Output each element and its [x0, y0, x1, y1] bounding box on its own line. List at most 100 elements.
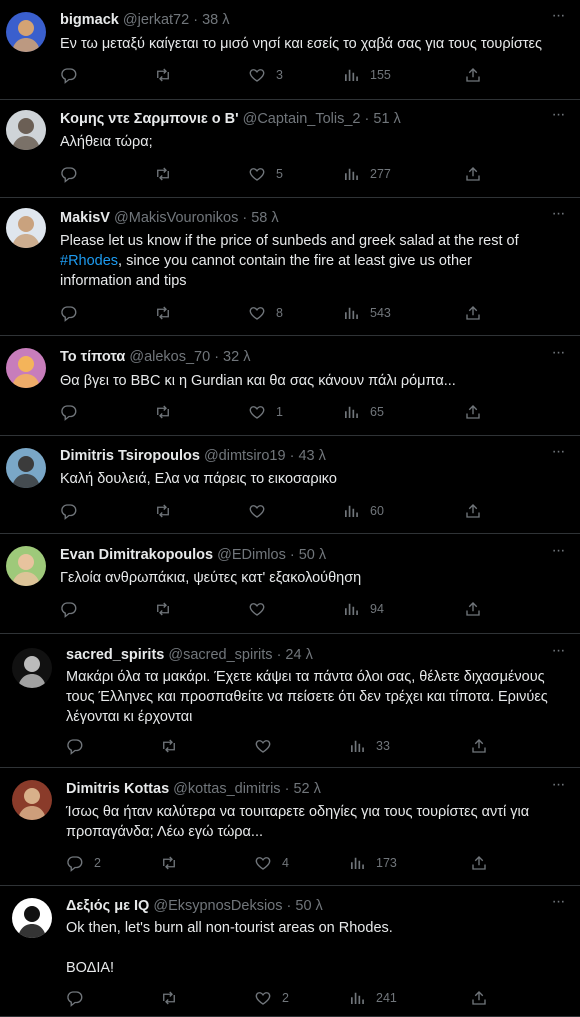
reply-button[interactable]: 2: [66, 853, 101, 873]
views-icon: [342, 403, 360, 421]
reply-button[interactable]: [66, 736, 94, 756]
handle[interactable]: @sacred_spirits: [168, 647, 272, 663]
handle[interactable]: @alekos_70: [129, 349, 210, 365]
avatar[interactable]: [6, 110, 46, 150]
reply-button[interactable]: [60, 65, 88, 85]
timestamp[interactable]: · 50 λ: [287, 898, 323, 914]
more-icon[interactable]: ···: [548, 444, 568, 466]
timestamp[interactable]: · 38 λ: [193, 12, 229, 28]
display-name[interactable]: Δεξιός με IQ: [66, 898, 149, 914]
avatar[interactable]: [6, 448, 46, 488]
retweet-button[interactable]: [154, 164, 182, 184]
views-icon: [342, 600, 360, 618]
handle[interactable]: @dimtsiro19: [204, 448, 286, 464]
share-button[interactable]: [470, 988, 488, 1008]
tweet-header: MakisV @MakisVouronikos · 58 λ: [60, 208, 279, 228]
avatar[interactable]: [6, 208, 46, 248]
more-icon[interactable]: ···: [548, 643, 568, 665]
retweet-button[interactable]: [160, 853, 188, 873]
handle[interactable]: @EDimlos: [217, 547, 286, 563]
reply-button[interactable]: [66, 988, 94, 1008]
views-button[interactable]: 94: [342, 599, 384, 619]
timestamp[interactable]: · 51 λ: [365, 111, 401, 127]
views-icon: [342, 502, 360, 520]
like-button[interactable]: [248, 599, 276, 619]
retweet-button[interactable]: [154, 402, 182, 422]
views-button[interactable]: 60: [342, 501, 384, 521]
like-button[interactable]: 5: [248, 164, 283, 184]
like-icon: [248, 165, 266, 183]
share-icon: [470, 737, 488, 755]
views-button[interactable]: 65: [342, 402, 384, 422]
display-name[interactable]: sacred_spirits: [66, 647, 164, 663]
share-button[interactable]: [464, 599, 482, 619]
display-name[interactable]: bigmack: [60, 12, 119, 28]
reply-button[interactable]: [60, 402, 88, 422]
avatar[interactable]: [6, 12, 46, 52]
more-icon[interactable]: ···: [548, 543, 568, 565]
display-name[interactable]: Κομης ντε Σαρμπονιε ο Β': [60, 111, 239, 127]
more-icon[interactable]: ···: [548, 345, 568, 367]
share-button[interactable]: [464, 501, 482, 521]
more-icon[interactable]: ···: [548, 206, 568, 228]
retweet-button[interactable]: [154, 303, 182, 323]
like-icon: [254, 737, 272, 755]
avatar[interactable]: [12, 648, 52, 688]
timestamp[interactable]: · 50 λ: [290, 547, 326, 563]
timestamp[interactable]: · 43 λ: [290, 448, 326, 464]
tweet-header: sacred_spirits @sacred_spirits · 24 λ: [66, 645, 313, 665]
views-button[interactable]: 155: [342, 65, 391, 85]
handle[interactable]: @Captain_Tolis_2: [243, 111, 361, 127]
avatar[interactable]: [12, 898, 52, 938]
like-button[interactable]: 2: [254, 988, 289, 1008]
views-button[interactable]: 33: [348, 736, 390, 756]
more-icon[interactable]: ···: [548, 894, 568, 916]
avatar[interactable]: [12, 780, 52, 820]
avatar[interactable]: [6, 546, 46, 586]
more-icon[interactable]: ···: [548, 107, 568, 129]
handle[interactable]: @kottas_dimitris: [173, 781, 280, 797]
share-button[interactable]: [470, 736, 488, 756]
display-name[interactable]: Dimitris Kottas: [66, 781, 169, 797]
like-button[interactable]: [254, 736, 282, 756]
share-button[interactable]: [464, 65, 482, 85]
more-icon[interactable]: ···: [548, 8, 568, 30]
share-button[interactable]: [464, 303, 482, 323]
retweet-button[interactable]: [160, 736, 188, 756]
share-button[interactable]: [464, 402, 482, 422]
timestamp[interactable]: · 52 λ: [285, 781, 321, 797]
timestamp[interactable]: · 24 λ: [277, 647, 313, 663]
retweet-button[interactable]: [154, 599, 182, 619]
like-button[interactable]: 8: [248, 303, 283, 323]
display-name[interactable]: Evan Dimitrakopoulos: [60, 547, 213, 563]
display-name[interactable]: Dimitris Tsiropoulos: [60, 448, 200, 464]
reply-button[interactable]: [60, 599, 88, 619]
hashtag-link[interactable]: #Rhodes: [60, 253, 118, 269]
views-button[interactable]: 241: [348, 988, 397, 1008]
like-button[interactable]: 3: [248, 65, 283, 85]
timestamp[interactable]: · 32 λ: [214, 349, 250, 365]
more-icon[interactable]: ···: [548, 777, 568, 799]
handle[interactable]: @jerkat72: [123, 12, 189, 28]
share-button[interactable]: [464, 164, 482, 184]
reply-button[interactable]: [60, 303, 88, 323]
like-button[interactable]: 4: [254, 853, 289, 873]
views-button[interactable]: 543: [342, 303, 391, 323]
like-button[interactable]: 1: [248, 402, 283, 422]
tweet-header: Το τίποτα @alekos_70 · 32 λ: [60, 347, 250, 367]
display-name[interactable]: MakisV: [60, 210, 110, 226]
avatar[interactable]: [6, 348, 46, 388]
retweet-button[interactable]: [154, 65, 182, 85]
retweet-button[interactable]: [154, 501, 182, 521]
views-button[interactable]: 173: [348, 853, 397, 873]
handle[interactable]: @MakisVouronikos: [114, 210, 238, 226]
share-button[interactable]: [470, 853, 488, 873]
reply-button[interactable]: [60, 501, 88, 521]
timestamp[interactable]: · 58 λ: [242, 210, 278, 226]
retweet-button[interactable]: [160, 988, 188, 1008]
reply-button[interactable]: [60, 164, 88, 184]
views-button[interactable]: 277: [342, 164, 391, 184]
handle[interactable]: @EksypnosDeksios: [153, 898, 282, 914]
display-name[interactable]: Το τίποτα: [60, 349, 125, 365]
like-button[interactable]: [248, 501, 276, 521]
